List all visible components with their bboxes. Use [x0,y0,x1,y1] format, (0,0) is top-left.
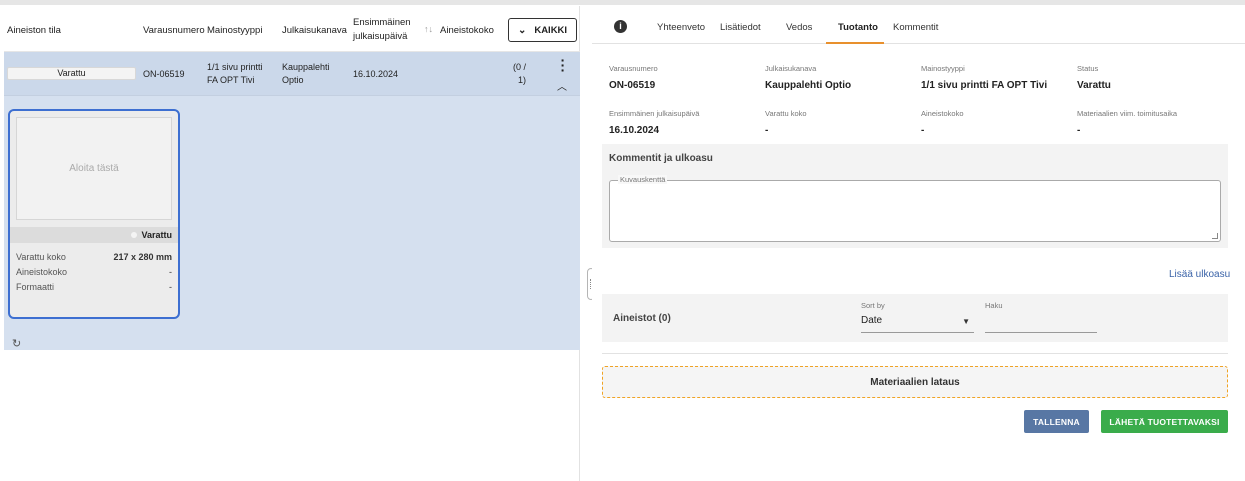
refresh-icon[interactable]: ↻ [12,337,21,350]
field-label: Aineistokoko [921,109,964,118]
row-count-line2: 1) [517,75,526,85]
expanded-row-area: Varattu ON-06519 1/1 sivu printti FA OPT… [4,52,580,350]
save-button[interactable]: TALLENNA [1024,410,1089,433]
asset-info-row: Formaatti - [16,282,172,292]
tab-tuotanto[interactable]: Tuotanto [838,22,878,33]
more-options-icon[interactable]: · · · [558,53,568,77]
field-reserved-size: Varattu koko - [765,109,807,136]
asset-info-value: - [169,267,172,277]
info-icon[interactable]: i [614,20,627,33]
dropdown-arrow-icon: ▼ [962,317,970,326]
status-badge: Varattu [7,67,136,80]
row-channel-line1: Kauppalehti [282,62,330,72]
field-label: Ensimmäinen julkaisupäivä [609,109,700,118]
field-reservation-number: Varausnumero ON-06519 [609,64,658,91]
asset-info-row: Aineistokoko - [16,267,172,277]
field-value: 1/1 sivu printti FA OPT Tivi [921,80,1048,91]
field-status: Status Varattu [1077,64,1111,91]
asset-status-label: Varattu [141,230,172,240]
sort-label: Sort by [861,301,885,310]
asset-info-value: - [169,282,172,292]
asset-info-label: Formaatti [16,282,55,292]
assets-title: Aineistot (0) [613,313,671,324]
comments-title: Kommentit ja ulkoasu [609,153,713,164]
description-label: Kuvauskenttä [618,175,668,184]
field-label: Status [1077,64,1099,73]
column-header-channel[interactable]: Julkaisukanava [282,24,347,38]
first-date-line2: julkaisupäivä [353,31,408,42]
table-row[interactable]: Varattu ON-06519 1/1 sivu printti FA OPT… [4,52,580,96]
reservation-detail-panel: i Yhteenveto Lisätiedot Vedos Tuotanto K… [592,6,1245,481]
tab-kommentit[interactable]: Kommentit [893,22,938,33]
description-textarea[interactable]: Kuvauskenttä [609,175,1221,242]
field-value: - [765,125,769,136]
asset-info-value: 217 x 280 mm [113,252,172,262]
assets-section: Aineistot (0) Sort by Date ▼ Haku [602,294,1228,342]
status-dot-icon [131,232,138,238]
row-ad-type-line1: 1/1 sivu printti [207,62,263,72]
column-header-ad-type[interactable]: Mainostyyppi [207,24,262,38]
detail-tabs: i Yhteenveto Lisätiedot Vedos Tuotanto K… [592,6,1245,44]
add-layout-link[interactable]: Lisää ulkoasu [1169,269,1230,280]
field-ad-type: Mainostyyppi 1/1 sivu printti FA OPT Tiv… [921,64,1047,91]
row-number: ON-06519 [143,69,185,79]
column-header-asset-size[interactable]: Aineistokoko [440,24,494,38]
asset-card[interactable]: Aloita tästä Varattu Varattu koko 217 x … [8,109,180,319]
sort-select[interactable]: Date ▼ [861,315,974,333]
asset-placeholder[interactable]: Aloita tästä [16,117,172,220]
row-channel: Kauppalehti Optio [282,61,330,87]
top-border [0,0,1245,5]
field-label: Mainostyyppi [921,64,965,73]
field-label: Varattu koko [765,109,807,118]
field-label: Julkaisukanava [765,64,817,73]
chevron-up-icon[interactable]: ︿ [557,78,567,93]
field-channel: Julkaisukanava Kauppalehti Optio [765,64,851,91]
material-upload-dropzone[interactable]: Materiaalien lataus [602,366,1228,398]
column-header-first-date[interactable]: Ensimmäinen julkaisupäivä [353,16,411,44]
tab-lisatiedot[interactable]: Lisätiedot [720,22,761,33]
comments-section: Kommentit ja ulkoasu Kuvauskenttä [602,144,1228,248]
row-asset-count: (0 / 1) [504,61,526,87]
search-label: Haku [985,301,1003,310]
sort-select-value: Date [861,315,883,326]
search-input[interactable] [985,315,1097,333]
list-header: Aineiston tila Varausnumero Mainostyyppi… [4,6,580,52]
field-first-publish-date: Ensimmäinen julkaisupäivä 16.10.2024 [609,109,699,136]
resize-grip-icon[interactable] [1212,233,1218,239]
reservation-list-panel: Aineiston tila Varausnumero Mainostyyppi… [4,6,580,481]
first-date-line1: Ensimmäinen [353,17,411,28]
field-value: 16.10.2024 [609,125,660,136]
tab-vedos[interactable]: Vedos [786,22,812,33]
filter-all-label: KAIKKI [534,24,568,36]
column-header-status[interactable]: Aineiston tila [7,24,61,38]
row-count-line1: (0 / [512,62,526,72]
field-label: Varausnumero [609,64,658,73]
asset-status-bar: Varattu [10,227,178,243]
row-channel-line2: Optio [282,75,304,85]
row-ad-type-line2: FA OPT Tivi [207,75,255,85]
chevron-down-icon: ⌄ [517,24,527,36]
field-material-deadline: Materiaalien viim. toimitusaika - [1077,109,1177,136]
column-header-number[interactable]: Varausnumero [143,24,205,38]
field-value: ON-06519 [609,80,656,91]
active-tab-indicator [826,42,884,44]
field-value: Varattu [1077,80,1111,91]
section-divider [602,353,1228,354]
filter-all-button[interactable]: ⌄ KAIKKI [508,18,577,42]
tab-yhteenveto[interactable]: Yhteenveto [657,22,705,33]
field-value: - [921,125,925,136]
field-value: - [1077,125,1081,136]
field-label: Materiaalien viim. toimitusaika [1077,109,1178,118]
send-to-production-button[interactable]: LÄHETÄ TUOTETTAVAKSI [1101,410,1228,433]
row-ad-type: 1/1 sivu printti FA OPT Tivi [207,61,263,87]
sort-icon[interactable]: ↑↓ [424,24,433,34]
asset-info-label: Aineistokoko [16,267,68,277]
asset-info-row: Varattu koko 217 x 280 mm [16,252,172,262]
field-asset-size: Aineistokoko - [921,109,964,136]
asset-info-label: Varattu koko [16,252,66,262]
row-first-date: 16.10.2024 [353,69,399,79]
field-value: Kauppalehti Optio [765,80,852,91]
